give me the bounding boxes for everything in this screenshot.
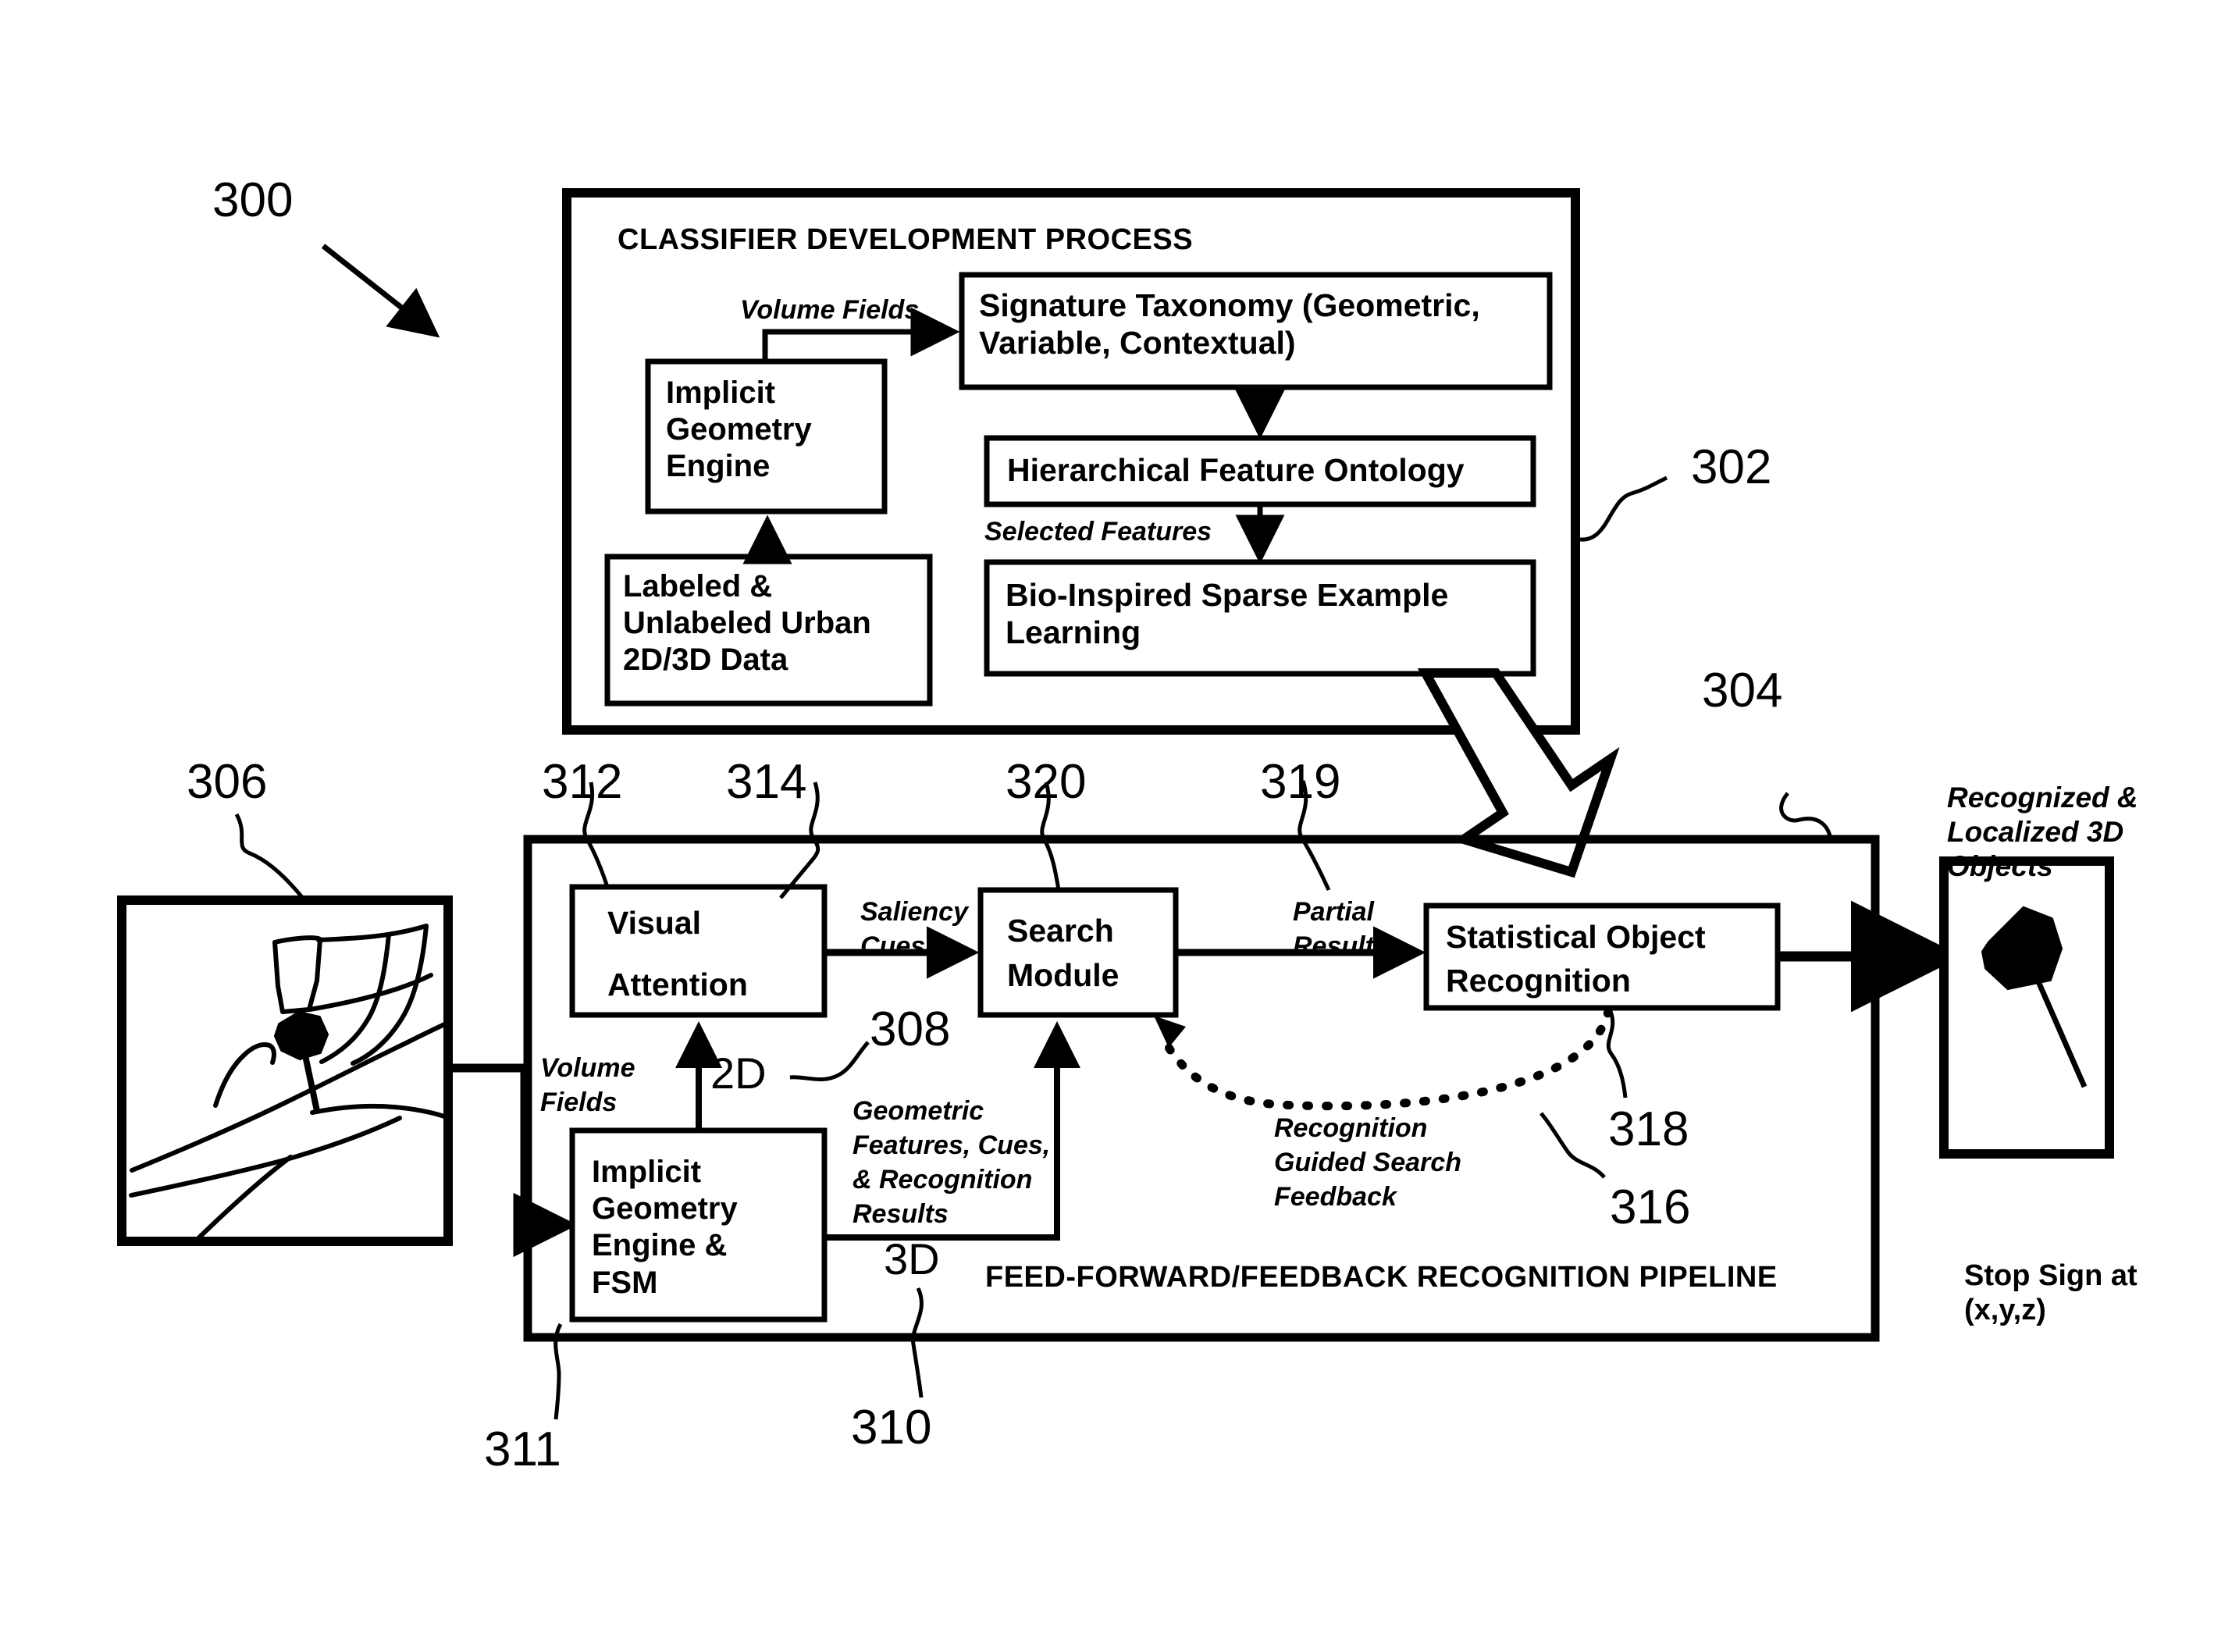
ref-302-leader: [1575, 475, 1668, 542]
ref-304-label: 304: [1702, 664, 1783, 717]
ref-316-label: 316: [1610, 1180, 1691, 1234]
edge-geometric-features-line4: Results: [853, 1199, 949, 1229]
arrow-recognition-guided-feedback-head: [1154, 1016, 1186, 1048]
figure-canvas: 300 CLASSIFIER DEVELOPMENT PROCESS 302 I…: [0, 0, 2239, 1652]
edge-partial-results-line2: Results: [1293, 931, 1389, 961]
edge-geometric-features-line1: Geometric: [853, 1096, 984, 1126]
ref-316-leader: [1540, 1112, 1606, 1179]
ref-300-leader: [321, 244, 440, 338]
arrow-volume-fields-classifier: [762, 307, 960, 361]
edge-partial-results-line1: Partial: [1293, 897, 1374, 927]
edge-saliency-cues-line1: Saliency: [860, 897, 968, 927]
arrow-recognition-guided-feedback: [1159, 1006, 1613, 1111]
edge-geometric-features-line2: Features, Cues,: [853, 1130, 1051, 1160]
search-module-label-line2: Module: [1007, 957, 1120, 993]
ref-310-label: 310: [851, 1401, 932, 1454]
input-image-box: [117, 895, 453, 1246]
ref-318-leader: [1606, 1008, 1628, 1098]
ref-320-label: 320: [1006, 755, 1087, 809]
edge-feedback-line2: Guided Search: [1274, 1148, 1461, 1177]
bio-inspired-label: Bio-Inspired Sparse Example Learning: [1006, 577, 1449, 651]
edge-feedback-line3: Feedback: [1274, 1182, 1397, 1212]
ref-308-label: 308: [870, 1002, 951, 1056]
ref-310-leader: [911, 1287, 924, 1398]
ref-312-label: 312: [542, 755, 623, 809]
ref-311-label: 311: [484, 1422, 561, 1476]
output-caption-line2: Localized 3D: [1947, 816, 2124, 848]
ref-318-label: 318: [1608, 1102, 1689, 1156]
edge-selected-features: Selected Features: [984, 517, 1212, 547]
edge-volume-fields-line2: Fields: [540, 1088, 618, 1117]
edge-2d-label: 2D: [710, 1049, 767, 1098]
output-caption-line1: Recognized &: [1947, 781, 2138, 814]
ref-304-leader: [1779, 792, 1833, 840]
ref-308-leader: [789, 1041, 870, 1082]
output-label-line1: Stop Sign at: [1964, 1259, 2138, 1292]
edge-volume-fields-classifier: Volume Fields: [740, 295, 920, 325]
ref-300-label: 300: [212, 173, 294, 227]
signature-taxonomy-label: Signature Taxonomy (Geometric, Variable,…: [979, 287, 1480, 361]
statistical-object-recognition-label-line1: Statistical Object: [1446, 919, 1706, 955]
ref-314-label: 314: [726, 755, 807, 809]
implicit-geometry-engine-label: Implicit Geometry Engine: [666, 376, 812, 484]
visual-attention-label-line1: Visual: [607, 905, 702, 941]
output-caption-line3: Objects: [1947, 850, 2053, 882]
edge-volume-fields-line1: Volume: [540, 1053, 635, 1083]
hierarchical-feature-ontology-label: Hierarchical Feature Ontology: [1007, 452, 1465, 488]
edge-geometric-features-line3: & Recognition: [853, 1165, 1033, 1194]
statistical-object-recognition-label-line2: Recognition: [1446, 963, 1631, 999]
ref-302-label: 302: [1691, 440, 1772, 494]
ref-306-leader: [234, 813, 306, 902]
edge-feedback-line1: Recognition: [1274, 1113, 1428, 1143]
output-image-box: [1939, 856, 2114, 1159]
edge-saliency-cues-line2: Cues: [860, 931, 926, 961]
ref-306-label: 306: [187, 755, 268, 809]
visual-attention-label-line2: Attention: [607, 967, 748, 1002]
edge-3d-label: 3D: [884, 1234, 940, 1284]
output-label-line2: (x,y,z): [1964, 1294, 2046, 1326]
pipeline-block-title: FEED-FORWARD/FEEDBACK RECOGNITION PIPELI…: [985, 1261, 1778, 1294]
implicit-geometry-engine-fsm-label: Implicit Geometry Engine & FSM: [592, 1155, 738, 1300]
search-module-label-line1: Search: [1007, 913, 1114, 949]
classifier-block-title: CLASSIFIER DEVELOPMENT PROCESS: [618, 223, 1194, 256]
ref-319-label: 319: [1260, 755, 1341, 809]
labeled-data-label: Labeled & Unlabeled Urban 2D/3D Data: [623, 569, 871, 678]
search-module-box: [977, 887, 1179, 1018]
